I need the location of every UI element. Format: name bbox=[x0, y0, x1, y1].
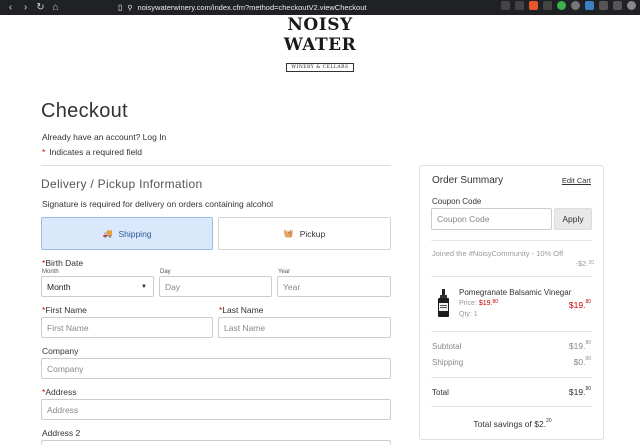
year-label: Year bbox=[278, 269, 291, 275]
page-title: Checkout bbox=[41, 100, 128, 122]
company-label: Company bbox=[42, 346, 79, 356]
first-name-label: *First Name bbox=[42, 305, 87, 315]
logo-tagline: WINERY & CELLARS bbox=[286, 63, 354, 72]
promo-text: Joined the #NoisyCommunity - 10% Off bbox=[432, 249, 564, 258]
tab-shipping-label: Shipping bbox=[118, 228, 152, 239]
subtotal-label: Subtotal bbox=[432, 342, 462, 351]
required-star: * bbox=[42, 147, 46, 157]
back-icon[interactable]: ‹ bbox=[6, 0, 15, 15]
coupon-input[interactable]: Coupon Code bbox=[431, 208, 552, 230]
address2-label: Address 2 bbox=[42, 428, 81, 438]
reload-icon[interactable]: ↻ bbox=[36, 0, 45, 15]
extension-icon[interactable] bbox=[543, 1, 552, 10]
star-icon[interactable] bbox=[515, 1, 524, 10]
birth-date-label: *Birth Date bbox=[42, 258, 84, 268]
address2-field[interactable] bbox=[41, 440, 391, 445]
divider bbox=[431, 331, 592, 332]
extension-green-icon[interactable] bbox=[557, 1, 566, 10]
apply-button[interactable]: Apply bbox=[554, 208, 592, 230]
puzzle-icon[interactable] bbox=[599, 1, 608, 10]
share-icon[interactable] bbox=[501, 1, 510, 10]
logo-brand: NOISY WATER bbox=[283, 15, 357, 55]
edit-cart-link[interactable]: Edit Cart bbox=[562, 176, 591, 185]
browser-toolbar: ‹ › ↻ ⌂ ▯ ⚲ noisywaterwinery.com/index.c… bbox=[0, 0, 640, 15]
site-info-icon[interactable]: ⚲ bbox=[127, 4, 132, 12]
divider bbox=[431, 276, 592, 277]
coupon-label: Coupon Code bbox=[432, 197, 482, 206]
product-name[interactable]: Pomegranate Balsamic Vinegar bbox=[459, 288, 571, 297]
tab-shipping[interactable]: 🚚 Shipping bbox=[41, 217, 213, 250]
caret-down-icon: ▼ bbox=[141, 283, 147, 290]
profile-icon[interactable] bbox=[627, 1, 636, 10]
sidebar-icon[interactable] bbox=[613, 1, 622, 10]
month-select[interactable]: Month ▼ bbox=[41, 276, 154, 297]
shipping-value: $0.00 bbox=[573, 356, 591, 367]
total-value: $19.80 bbox=[568, 386, 591, 397]
divider bbox=[41, 165, 391, 166]
forward-icon[interactable]: › bbox=[21, 0, 30, 15]
product-price: Price: $19.80 bbox=[459, 299, 499, 307]
required-note: * Indicates a required field bbox=[42, 147, 142, 157]
tab-pickup-label: Pickup bbox=[299, 228, 326, 239]
divider bbox=[431, 240, 592, 241]
order-summary: Order Summary Edit Cart Coupon Code Coup… bbox=[419, 165, 604, 440]
subtotal-value: $19.80 bbox=[568, 340, 591, 351]
last-name-field[interactable]: Last Name bbox=[218, 317, 391, 338]
year-input[interactable]: Year bbox=[277, 276, 391, 297]
shipping-label: Shipping bbox=[432, 358, 464, 367]
total-label: Total bbox=[432, 388, 449, 397]
brave-icon[interactable] bbox=[529, 1, 538, 10]
first-name-field[interactable]: First Name bbox=[41, 317, 213, 338]
home-icon[interactable]: ⌂ bbox=[51, 0, 60, 15]
login-link[interactable]: Already have an account? Log In bbox=[42, 132, 166, 142]
delivery-section-title: Delivery / Pickup Information bbox=[41, 177, 203, 191]
product-total: $19.80 bbox=[568, 299, 591, 310]
total-savings: Total savings of $2.20 bbox=[473, 418, 552, 429]
divider bbox=[431, 406, 592, 407]
day-input[interactable]: Day bbox=[159, 276, 272, 297]
company-field[interactable]: Company bbox=[41, 358, 391, 379]
day-label: Day bbox=[160, 269, 171, 275]
address-field[interactable]: Address bbox=[41, 399, 391, 420]
bookmark-icon[interactable]: ▯ bbox=[118, 3, 122, 12]
product-qty: Qty: 1 bbox=[459, 311, 478, 318]
basket-icon: 🧺 bbox=[283, 229, 294, 238]
month-label: Month bbox=[42, 269, 59, 275]
promo-discount: Joined the #NoisyCommunity - 10% Off -$2… bbox=[432, 249, 594, 269]
url-text: noisywaterwinery.com/index.cfm?method=ch… bbox=[137, 3, 367, 12]
site-logo[interactable]: NOISY WATER WINERY & CELLARS bbox=[250, 15, 390, 72]
extension-blue-icon[interactable] bbox=[585, 1, 594, 10]
order-summary-title: Order Summary bbox=[432, 175, 504, 186]
divider bbox=[431, 377, 592, 378]
product-bottle-image bbox=[438, 289, 449, 317]
promo-amount: -$2.20 bbox=[575, 259, 595, 268]
extension-grey-icon[interactable] bbox=[571, 1, 580, 10]
address-label: *Address bbox=[42, 387, 77, 397]
address-bar[interactable]: ▯ ⚲ noisywaterwinery.com/index.cfm?metho… bbox=[118, 1, 478, 14]
signature-note: Signature is required for delivery on or… bbox=[42, 199, 274, 209]
last-name-label: *Last Name bbox=[219, 305, 264, 315]
truck-icon: 🚚 bbox=[102, 229, 113, 238]
tab-pickup[interactable]: 🧺 Pickup bbox=[218, 217, 391, 250]
